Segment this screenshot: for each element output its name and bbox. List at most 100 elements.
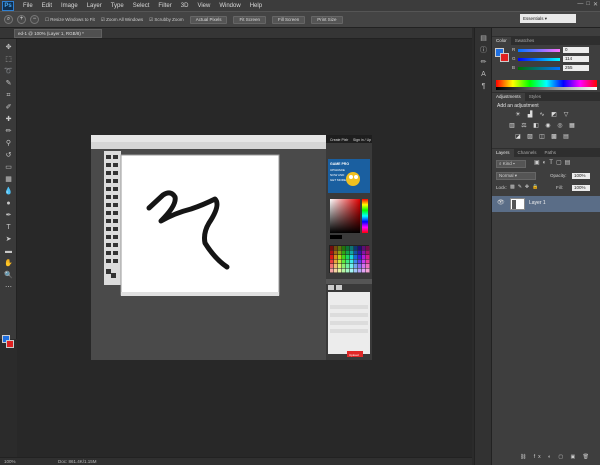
crop-tool-icon[interactable]: ⌗: [3, 91, 14, 101]
menu-select[interactable]: Select: [133, 3, 150, 9]
blue-slider[interactable]: [518, 67, 560, 70]
layer-filter-kind-select[interactable]: ⌕ Kind ▾: [496, 160, 526, 168]
workspace-select[interactable]: Essentials ▾: [520, 14, 576, 23]
grayscale-ramp[interactable]: [496, 87, 597, 90]
scrubby-zoom-checkbox[interactable]: ☑ Scrubby Zoom: [149, 17, 184, 23]
healing-brush-tool-icon[interactable]: ✚: [3, 115, 14, 125]
minimize-button[interactable]: —: [577, 1, 583, 8]
tab-styles[interactable]: Styles: [525, 93, 545, 101]
menu-3d[interactable]: 3D: [181, 3, 189, 9]
tab-channels[interactable]: Channels: [514, 149, 541, 157]
color-panel-background[interactable]: [500, 53, 509, 62]
photo-filter-icon[interactable]: ◉: [544, 122, 552, 130]
menu-help[interactable]: Help: [250, 3, 262, 9]
hand-tool-icon[interactable]: ✋: [3, 259, 14, 269]
tab-swatches[interactable]: Swatches: [511, 37, 539, 45]
marquee-tool-icon[interactable]: ⬚: [3, 55, 14, 65]
fill-screen-button[interactable]: Fill Screen: [271, 15, 306, 24]
selective-color-icon[interactable]: ▩: [550, 133, 558, 141]
pen-tool-icon[interactable]: ✒: [3, 211, 14, 221]
lasso-tool-icon[interactable]: ➰: [3, 67, 14, 77]
brush-tool-icon[interactable]: ✏: [3, 127, 14, 137]
color-spectrum-bar[interactable]: [496, 80, 597, 87]
tab-paths[interactable]: Paths: [541, 149, 561, 157]
zoom-level[interactable]: 100%: [4, 458, 34, 465]
blur-tool-icon[interactable]: 💧: [3, 187, 14, 197]
print-size-button[interactable]: Print Size: [311, 15, 343, 24]
channel-mixer-icon[interactable]: ◎: [556, 122, 564, 130]
history-brush-tool-icon[interactable]: ↺: [3, 151, 14, 161]
document-tab[interactable]: ed-1 @ 100% (Layer 1, RGB/8) *: [14, 29, 102, 38]
zoom-out-icon[interactable]: −: [30, 15, 39, 24]
opacity-input[interactable]: 100%: [572, 173, 590, 179]
red-slider[interactable]: [518, 49, 560, 52]
clone-stamp-tool-icon[interactable]: ⚲: [3, 139, 14, 149]
threshold-icon[interactable]: ◫: [538, 133, 546, 141]
eraser-tool-icon[interactable]: ▭: [3, 163, 14, 173]
levels-icon[interactable]: ▟: [526, 111, 534, 119]
move-tool-icon[interactable]: ✥: [3, 43, 14, 53]
layer-name[interactable]: Layer 1: [529, 200, 546, 206]
brush-presets-icon[interactable]: ✏: [478, 58, 489, 68]
layer-row[interactable]: 👁 Layer 1: [492, 196, 600, 212]
r-value-input[interactable]: 0: [563, 47, 589, 53]
menu-window[interactable]: Window: [219, 3, 240, 9]
dodge-tool-icon[interactable]: ●: [3, 199, 14, 209]
exposure-icon[interactable]: ◩: [550, 111, 558, 119]
background-color-swatch[interactable]: [6, 340, 14, 348]
paragraph-icon[interactable]: ¶: [478, 82, 489, 92]
properties-icon[interactable]: ⓘ: [478, 46, 489, 56]
document-tab-title: ed-1 @ 100% (Layer 1, RGB/8) *: [18, 31, 84, 36]
more-tools-icon[interactable]: ⋯: [3, 283, 14, 293]
green-slider[interactable]: [518, 58, 560, 61]
type-tool-icon[interactable]: T: [3, 223, 14, 233]
vibrance-icon[interactable]: ▽: [562, 111, 570, 119]
zoom-tool-icon[interactable]: 🔍: [3, 271, 14, 281]
posterize-icon[interactable]: ▨: [526, 133, 534, 141]
menu-image[interactable]: Image: [61, 3, 78, 9]
gradient-tool-icon[interactable]: ▦: [3, 175, 14, 185]
menu-edit[interactable]: Edit: [42, 3, 52, 9]
gradient-map-icon[interactable]: ▤: [562, 133, 570, 141]
actual-pixels-button[interactable]: Actual Pixels: [189, 15, 228, 24]
shape-tool-icon[interactable]: ▬: [3, 247, 14, 257]
embedded-swatch: [330, 255, 334, 259]
menu-layer[interactable]: Layer: [87, 3, 102, 9]
lock-icons[interactable]: ▩✎✥🔒: [510, 184, 541, 190]
fit-screen-button[interactable]: Fit Screen: [233, 15, 266, 24]
fill-input[interactable]: 100%: [572, 185, 590, 191]
menu-view[interactable]: View: [197, 3, 210, 9]
color-balance-icon[interactable]: ⚖: [520, 122, 528, 130]
history-icon[interactable]: ▤: [478, 34, 489, 44]
brightness-contrast-icon[interactable]: ☀: [514, 111, 522, 119]
eyedropper-tool-icon[interactable]: ✐: [3, 103, 14, 113]
g-value-input[interactable]: 114: [563, 56, 589, 62]
layer-filter-icons[interactable]: ▣◐T▢▤: [534, 159, 573, 166]
document-canvas[interactable]: Create Pixlr Sign in / Up GAME PRO UPGRA…: [91, 135, 372, 360]
character-icon[interactable]: A: [478, 70, 489, 80]
curves-icon[interactable]: ∿: [538, 111, 546, 119]
b-value-input[interactable]: 255: [563, 65, 589, 71]
zoom-in-icon[interactable]: +: [17, 15, 26, 24]
menu-type[interactable]: Type: [111, 3, 124, 9]
close-button[interactable]: ✕: [593, 1, 598, 8]
blend-mode-select[interactable]: Normal ▾: [496, 172, 536, 180]
invert-icon[interactable]: ◪: [514, 133, 522, 141]
menu-filter[interactable]: Filter: [158, 3, 171, 9]
visibility-eye-icon[interactable]: 👁: [497, 199, 505, 206]
maximize-button[interactable]: □: [586, 1, 590, 8]
zoom-tool-icon[interactable]: ⌕: [4, 15, 13, 24]
color-lookup-icon[interactable]: ▦: [568, 122, 576, 130]
path-selection-tool-icon[interactable]: ➤: [3, 235, 14, 245]
tab-adjustments[interactable]: Adjustments: [492, 93, 525, 101]
resize-windows-checkbox[interactable]: ☐ Resize Windows to Fit: [45, 17, 95, 23]
zoom-all-checkbox[interactable]: ☑ Zoom All Windows: [101, 17, 143, 23]
menu-file[interactable]: File: [23, 3, 33, 9]
hue-saturation-icon[interactable]: ▥: [508, 122, 516, 130]
black-white-icon[interactable]: ◧: [532, 122, 540, 130]
tab-layers[interactable]: Layers: [492, 149, 514, 157]
layer-action-icons[interactable]: ⛓ fx ◐ ▢ ▣ 🗑: [520, 454, 592, 460]
quick-select-tool-icon[interactable]: ✎: [3, 79, 14, 89]
embedded-swatch: [338, 259, 342, 264]
tab-color[interactable]: Color: [492, 37, 511, 45]
